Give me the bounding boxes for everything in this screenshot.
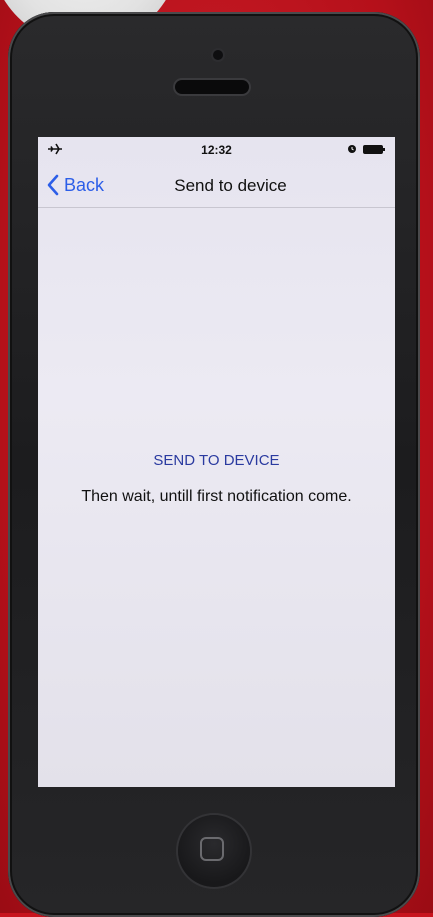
alarm-icon [348,145,356,153]
front-camera [213,50,223,60]
navigation-bar: Back Send to device [38,163,395,208]
status-bar: 12:32 [38,137,395,163]
phone-screen: 12:32 Back Send to device SEND TO DEVICE… [38,137,395,787]
earpiece-speaker [175,80,249,94]
page-title: Send to device [174,176,287,195]
instructions-text: Then wait, untill first notification com… [81,488,352,505]
status-time: 12:32 [201,143,232,157]
home-button[interactable] [178,815,250,887]
send-to-device-button[interactable]: SEND TO DEVICE [38,452,395,469]
home-square-icon [200,837,224,861]
battery-icon [363,145,385,154]
